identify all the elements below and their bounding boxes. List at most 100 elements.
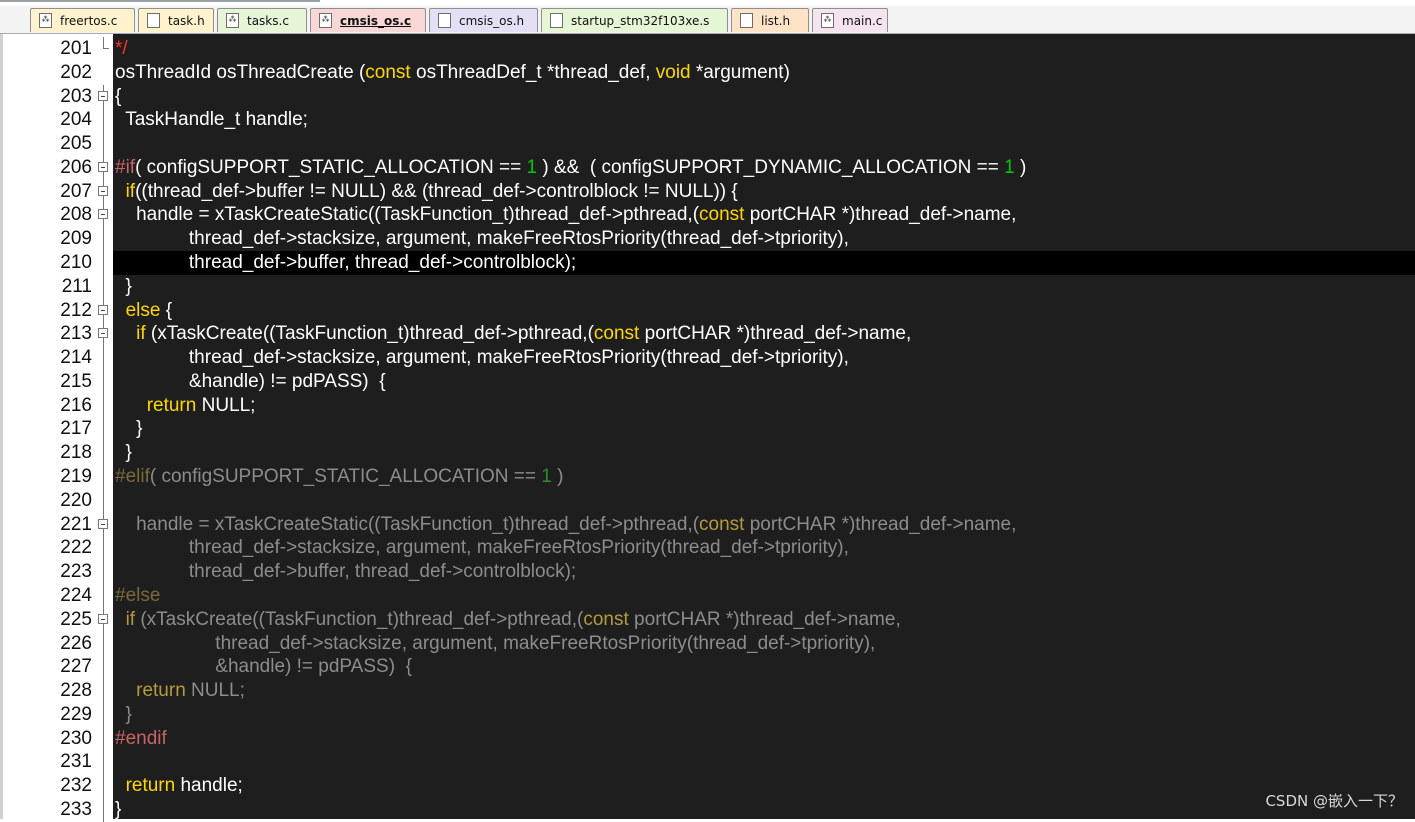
code-line[interactable]: { xyxy=(115,85,1415,109)
code-token: if xyxy=(125,180,136,202)
code-line[interactable]: thread_def->buffer, thread_def->controlb… xyxy=(115,560,1415,584)
code-line[interactable]: } xyxy=(115,703,1415,727)
code-token: ( configSUPPORT_STATIC_ALLOCATION == xyxy=(135,156,527,178)
code-line[interactable]: return NULL; xyxy=(115,394,1415,418)
code-line[interactable]: if (xTaskCreate((TaskFunction_t)thread_d… xyxy=(115,608,1415,632)
tab-label: task.h xyxy=(168,13,205,28)
c-source-file-icon: ⁂ xyxy=(226,13,239,28)
code-token: return xyxy=(146,394,197,416)
code-line[interactable]: if (xTaskCreate((TaskFunction_t)thread_d… xyxy=(115,322,1415,346)
tab-cmsis-os-h[interactable]: cmsis_os.h xyxy=(429,8,538,32)
code-line[interactable]: thread_def->stacksize, argument, makeFre… xyxy=(115,632,1415,656)
code-line[interactable]: #endif xyxy=(115,727,1415,751)
tab-label: startup_stm32f103xe.s xyxy=(571,13,710,28)
fold-guide xyxy=(98,679,108,704)
line-number: 207 xyxy=(60,180,92,202)
code-line[interactable]: */ xyxy=(115,37,1415,61)
code-token: #endif xyxy=(115,727,167,749)
fold-toggle-icon[interactable] xyxy=(98,203,108,228)
fold-toggle-icon[interactable] xyxy=(98,298,108,323)
file-tab-bar: ⁂ freertos.c task.h ⁂ tasks.c ⁂ cmsis_os.c cmsi… xyxy=(0,6,1415,34)
code-token: #if xyxy=(115,156,136,178)
code-line[interactable]: } xyxy=(115,275,1415,299)
fold-guide xyxy=(98,774,108,799)
code-line[interactable]: &handle) != pdPASS) { xyxy=(115,370,1415,394)
code-line[interactable]: return handle; xyxy=(115,774,1415,798)
line-number: 215 xyxy=(60,370,92,392)
tab-startup-stm32f103xe-s[interactable]: startup_stm32f103xe.s xyxy=(541,8,728,32)
code-line[interactable]: TaskHandle_t handle; xyxy=(115,108,1415,132)
code-token: ( configSUPPORT_STATIC_ALLOCATION == xyxy=(149,466,542,488)
code-line[interactable]: } xyxy=(115,441,1415,465)
code-line[interactable]: #else xyxy=(115,584,1415,608)
code-token: return xyxy=(136,680,186,702)
code-token: 1 xyxy=(541,466,552,488)
code-line[interactable]: return NULL; xyxy=(115,679,1415,703)
code-token: ) && ( configSUPPORT_DYNAMIC_ALLOCATION … xyxy=(537,156,1005,178)
code-editor[interactable]: 201 */202 osThreadId osThreadCreate (const… xyxy=(0,34,1415,822)
header-file-icon xyxy=(147,13,160,28)
fold-toggle-icon[interactable] xyxy=(98,607,108,632)
line-number: 230 xyxy=(60,727,92,749)
code-line[interactable]: #elif( configSUPPORT_STATIC_ALLOCATION =… xyxy=(115,465,1415,489)
code-line[interactable]: handle = xTaskCreateStatic((TaskFunction… xyxy=(115,513,1415,537)
code-token: thread_def->stacksize, argument, makeFre… xyxy=(115,632,876,654)
code-line[interactable]: osThreadId osThreadCreate (const osThrea… xyxy=(115,61,1415,85)
code-token: #elif xyxy=(115,466,150,488)
code-token: const xyxy=(583,608,629,630)
line-number: 216 xyxy=(60,394,92,416)
tab-label: freertos.c xyxy=(60,13,118,28)
fold-guide xyxy=(98,465,108,490)
line-number: 203 xyxy=(60,85,92,107)
fold-guide xyxy=(98,797,108,822)
tab-cmsis-os-c[interactable]: ⁂ cmsis_os.c xyxy=(310,8,426,32)
code-token: NULL; xyxy=(185,680,245,702)
code-token: } xyxy=(115,442,132,464)
tab-freertos-c[interactable]: ⁂ freertos.c xyxy=(30,8,135,32)
code-line[interactable]: if((thread_def->buffer != NULL) && (thre… xyxy=(115,180,1415,204)
tab-main-c[interactable]: ⁂ main.c xyxy=(812,8,888,32)
code-token: 1 xyxy=(1004,156,1015,178)
code-line[interactable]: thread_def->stacksize, argument, makeFre… xyxy=(115,536,1415,560)
code-line[interactable]: handle = xTaskCreateStatic((TaskFunction… xyxy=(115,203,1415,227)
line-number: 206 xyxy=(60,156,92,178)
code-token: return xyxy=(125,775,176,797)
code-line[interactable]: } xyxy=(115,798,1415,822)
fold-toggle-icon[interactable] xyxy=(98,322,108,347)
code-token: handle = xTaskCreateStatic((TaskFunction… xyxy=(115,513,700,535)
code-token: { xyxy=(115,85,122,107)
line-number: 217 xyxy=(60,418,92,440)
code-line[interactable]: thread_def->stacksize, argument, makeFre… xyxy=(115,346,1415,370)
code-line[interactable]: } xyxy=(115,417,1415,441)
line-number: 210 xyxy=(60,252,92,274)
fold-toggle-icon[interactable] xyxy=(98,512,108,537)
code-line[interactable]: else { xyxy=(115,299,1415,323)
line-number: 220 xyxy=(60,489,92,511)
line-number: 218 xyxy=(60,442,92,464)
fold-toggle-icon[interactable] xyxy=(98,84,108,109)
fold-guide xyxy=(98,536,108,561)
code-line[interactable]: thread_def->buffer, thread_def->controlb… xyxy=(115,251,1415,275)
header-file-icon xyxy=(550,13,563,28)
fold-toggle-icon[interactable] xyxy=(98,155,108,180)
fold-end-marker xyxy=(98,37,109,61)
selection-indicator xyxy=(0,0,320,2)
code-token: (xTaskCreate((TaskFunction_t)thread_def-… xyxy=(135,608,584,630)
code-line[interactable]: &handle) != pdPASS) { xyxy=(115,655,1415,679)
code-line[interactable]: #if( configSUPPORT_STATIC_ALLOCATION == … xyxy=(115,156,1415,180)
code-token: ) xyxy=(1014,156,1027,178)
fold-guide xyxy=(98,631,108,656)
tab-task-h[interactable]: task.h xyxy=(138,8,214,32)
watermark: CSDN @嵌入一下？ xyxy=(1265,792,1403,810)
code-token: void xyxy=(655,61,691,83)
fold-guide xyxy=(98,108,108,133)
line-number: 225 xyxy=(60,608,92,630)
fold-toggle-icon[interactable] xyxy=(98,179,108,204)
tab-list-h[interactable]: list.h xyxy=(731,8,809,32)
fold-guide xyxy=(98,655,108,680)
tab-tasks-c[interactable]: ⁂ tasks.c xyxy=(217,8,307,32)
code-token: osThreadDef_t *thread_def, xyxy=(410,61,656,83)
code-token: } xyxy=(115,418,143,440)
code-line[interactable]: thread_def->stacksize, argument, makeFre… xyxy=(115,227,1415,251)
